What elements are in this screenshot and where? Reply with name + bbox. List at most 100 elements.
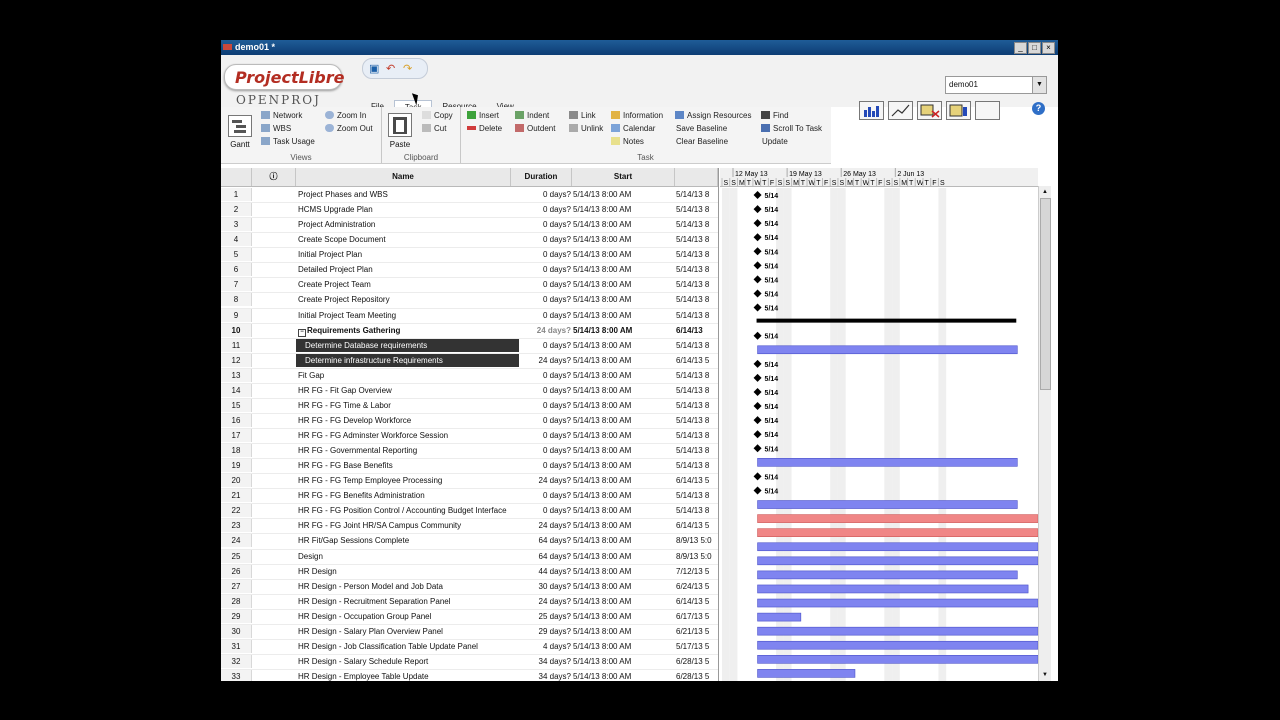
task-finish-cell[interactable]: 5/14/13 8 [676, 369, 716, 382]
task-name-cell[interactable]: Project Administration [296, 218, 512, 231]
task-start-cell[interactable]: 5/14/13 8:00 AM [573, 369, 673, 382]
task-name-cell[interactable]: Design [296, 550, 512, 563]
task-finish-cell[interactable]: 5/14/13 8 [676, 188, 716, 201]
table-row[interactable]: 21 HR FG - FG Benefits Administration 0 da… [221, 489, 718, 505]
clear-baseline-button[interactable]: Clear Baseline [675, 137, 728, 146]
task-id-cell[interactable]: 17 [221, 429, 252, 442]
task-usage-view-icon[interactable] [917, 101, 942, 120]
task-id-cell[interactable]: 20 [221, 474, 252, 488]
task-duration-cell[interactable]: 64 days? [511, 534, 571, 547]
milestone-diamond[interactable] [753, 444, 762, 453]
task-finish-cell[interactable]: 5/14/13 8 [676, 248, 716, 261]
task-finish-cell[interactable]: 6/28/13 5 [676, 670, 716, 681]
critical-task-bar[interactable] [757, 514, 1038, 523]
task-name-cell[interactable]: Create Project Repository [296, 293, 512, 306]
task-name-cell[interactable]: HR FG - Governmental Reporting [296, 444, 512, 457]
task-id-cell[interactable]: 30 [221, 624, 252, 638]
task-id-cell[interactable]: 4 [221, 233, 252, 247]
indent-button[interactable]: Indent [515, 111, 549, 120]
task-id-cell[interactable]: 21 [221, 489, 252, 503]
table-row[interactable]: 1 Project Phases and WBS 0 days? 5/14/13 8:… [221, 188, 718, 204]
task-bar[interactable] [757, 584, 1029, 594]
task-duration-cell[interactable]: 24 days? [511, 595, 571, 608]
milestone-diamond[interactable] [753, 261, 762, 270]
help-icon[interactable]: ? [1032, 102, 1045, 115]
table-row[interactable]: 16 HR FG - FG Develop Workforce 0 days? 5/1… [221, 413, 718, 429]
task-id-cell[interactable]: 8 [221, 293, 252, 307]
task-finish-cell[interactable]: 5/14/13 8 [676, 414, 716, 427]
task-start-cell[interactable]: 5/14/13 8:00 AM [573, 293, 673, 306]
task-id-cell[interactable]: 19 [221, 459, 252, 473]
table-row[interactable]: 33 HR Design - Employee Table Update 34 da… [221, 670, 718, 681]
table-row[interactable]: 28 HR Design - Recruitment Separation Pan… [221, 594, 718, 610]
task-name-cell[interactable]: HR FG - FG Temp Employee Processing [296, 474, 512, 487]
scroll-to-task-button[interactable]: Scroll To Task [761, 124, 822, 133]
table-row[interactable]: 31 HR Design - Job Classification Table U… [221, 639, 718, 655]
minimize-button[interactable]: _ [1014, 42, 1027, 54]
pane-splitter[interactable] [718, 168, 719, 681]
task-start-cell[interactable]: 5/14/13 8:00 AM [573, 429, 673, 442]
task-id-cell[interactable]: 13 [221, 368, 252, 382]
network-button[interactable]: Network [261, 111, 302, 120]
task-name-cell[interactable]: Detailed Project Plan [296, 263, 512, 276]
task-bar[interactable] [757, 345, 1018, 355]
task-finish-cell[interactable]: 6/14/13 5 [676, 519, 716, 532]
task-finish-cell[interactable]: 5/14/13 8 [676, 309, 716, 322]
undo-icon[interactable]: ↶ [386, 62, 395, 75]
task-finish-cell[interactable]: 5/17/13 5 [676, 640, 716, 653]
task-duration-cell[interactable]: 0 days? [511, 339, 571, 352]
title-bar[interactable]: demo01 * _ □ × [221, 40, 1058, 55]
task-bar[interactable] [757, 458, 1018, 467]
milestone-diamond[interactable] [753, 387, 762, 396]
task-id-cell[interactable]: 29 [221, 609, 252, 623]
task-name-cell[interactable]: Project Phases and WBS [296, 188, 512, 201]
task-start-cell[interactable]: 5/14/13 8:00 AM [573, 218, 673, 231]
resource-usage-view-icon[interactable] [946, 101, 971, 120]
table-row[interactable]: 3 Project Administration 0 days? 5/14/13 8:… [221, 218, 718, 234]
milestone-diamond[interactable] [753, 416, 762, 425]
unlink-button[interactable]: Unlink [569, 124, 603, 133]
task-finish-cell[interactable]: 6/28/13 5 [676, 655, 716, 668]
insert-button[interactable]: Insert [467, 111, 499, 120]
scroll-up-icon[interactable]: ▲ [1040, 187, 1050, 197]
task-finish-cell[interactable]: 5/14/13 8 [676, 293, 716, 306]
milestone-diamond[interactable] [753, 247, 762, 256]
task-bar[interactable] [757, 669, 856, 678]
task-finish-cell[interactable]: 5/14/13 8 [676, 203, 716, 216]
task-id-cell[interactable]: 23 [221, 519, 252, 533]
task-start-cell[interactable]: 5/14/13 8:00 AM [573, 263, 673, 276]
gantt-chart[interactable]: 5/14 5/14 5/14 5/14 5/14 5/14 5/14 5/14 5/14 5/14… [720, 188, 1038, 681]
chevron-down-icon[interactable]: ▼ [1032, 77, 1046, 93]
task-finish-cell[interactable]: 6/14/13 5 [676, 474, 716, 487]
task-finish-cell[interactable]: 5/14/13 8 [676, 444, 716, 457]
task-id-cell[interactable]: 12 [221, 353, 252, 367]
table-row[interactable]: 4 Create Scope Document 0 days? 5/14/13 8:0… [221, 233, 718, 249]
milestone-diamond[interactable] [753, 191, 762, 199]
table-row[interactable]: 9 Initial Project Team Meeting 0 days? 5/14… [221, 308, 718, 324]
task-finish-cell[interactable]: 5/14/13 8 [676, 263, 716, 276]
task-id-cell[interactable]: 15 [221, 398, 252, 412]
task-name-cell[interactable]: − Requirements Gathering [296, 324, 512, 337]
task-duration-cell[interactable]: 0 days? [511, 399, 571, 412]
task-name-cell[interactable]: HR FG - Fit Gap Overview [296, 384, 512, 397]
task-bar[interactable] [757, 655, 1038, 664]
task-duration-cell[interactable]: 0 days? [511, 278, 571, 291]
task-start-cell[interactable]: 5/14/13 8:00 AM [573, 188, 673, 201]
histogram-view-icon[interactable] [859, 101, 884, 120]
maximize-button[interactable]: □ [1028, 42, 1041, 54]
calendar-button[interactable]: Calendar [611, 124, 655, 133]
task-duration-cell[interactable]: 34 days? [511, 655, 571, 668]
find-button[interactable]: Find [761, 111, 789, 120]
task-duration-cell[interactable]: 0 days? [511, 309, 571, 322]
task-duration-cell[interactable]: 25 days? [511, 610, 571, 623]
task-finish-cell[interactable]: 5/14/13 8 [676, 489, 716, 502]
task-bar[interactable] [757, 612, 802, 622]
task-finish-cell[interactable]: 8/9/13 5:0 [676, 550, 716, 563]
task-name-cell[interactable]: HR Design - Person Model and Job Data [296, 580, 512, 593]
task-start-cell[interactable]: 5/14/13 8:00 AM [573, 324, 673, 337]
information-button[interactable]: Information [611, 111, 663, 120]
table-row[interactable]: 14 HR FG - Fit Gap Overview 0 days? 5/14/13… [221, 383, 718, 399]
milestone-diamond[interactable] [753, 402, 762, 411]
task-start-cell[interactable]: 5/14/13 8:00 AM [573, 625, 673, 638]
task-id-cell[interactable]: 31 [221, 639, 252, 653]
